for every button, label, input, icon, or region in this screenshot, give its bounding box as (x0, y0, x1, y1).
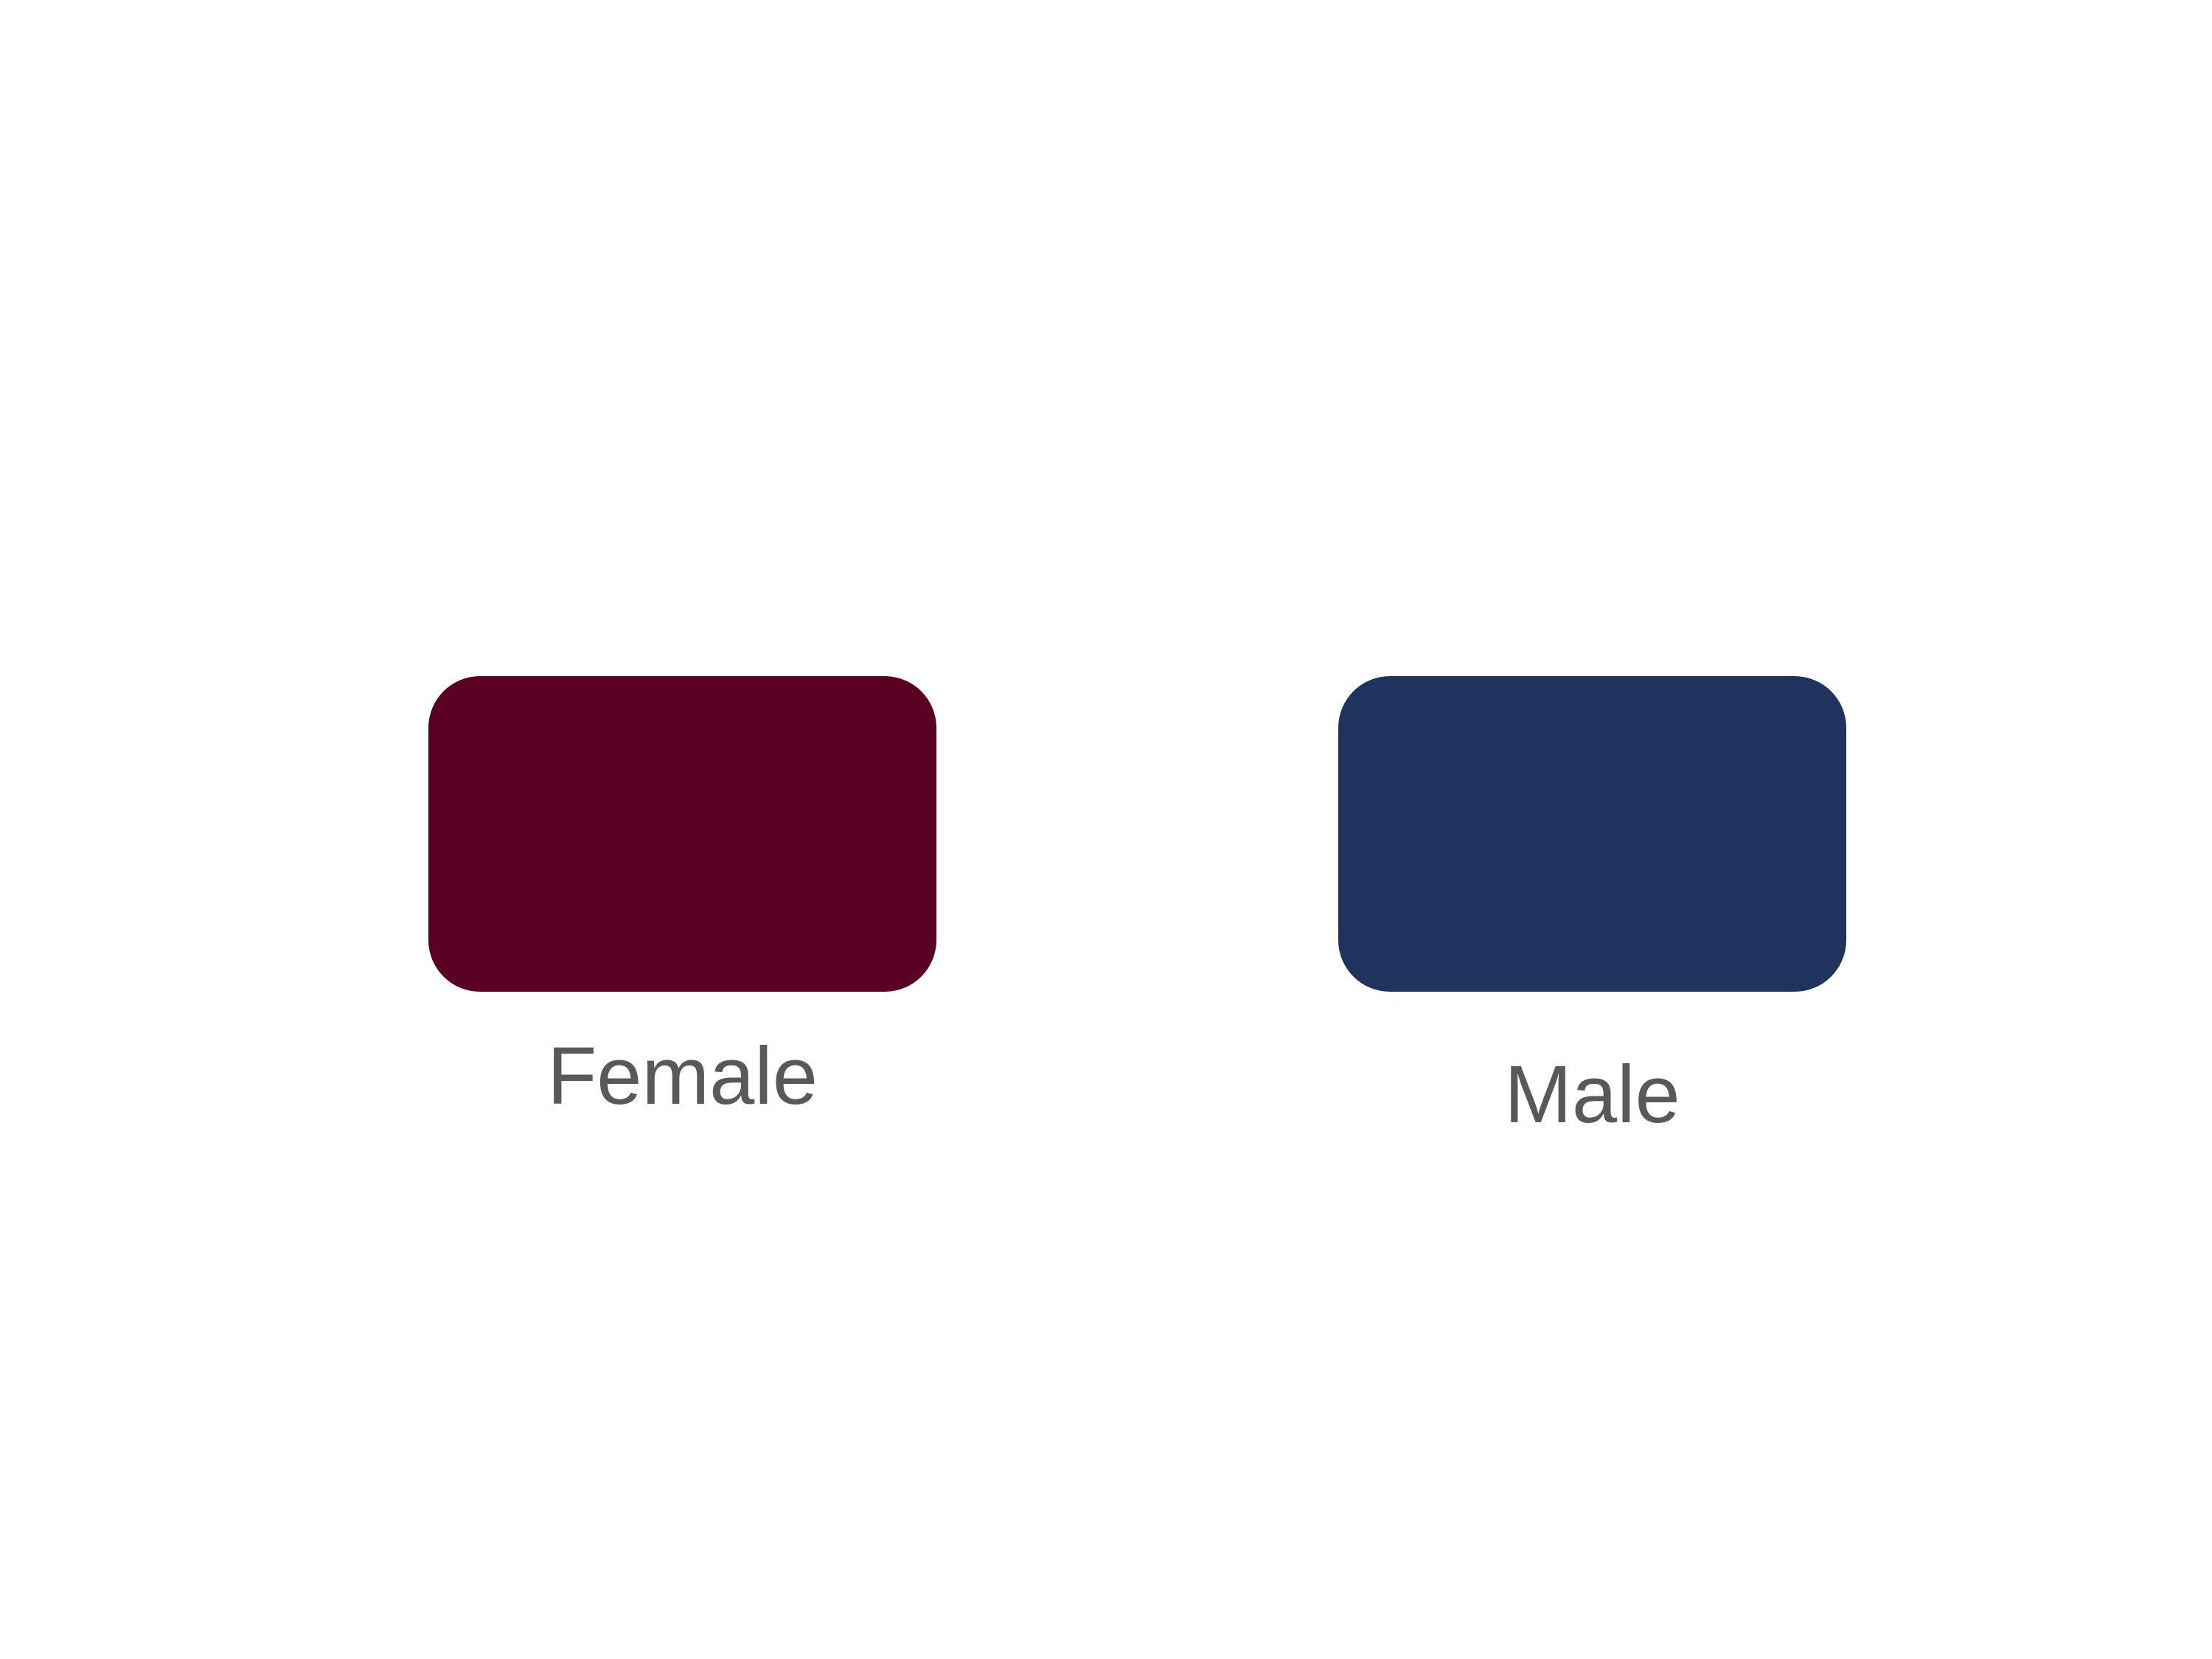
male-color-swatch (1338, 676, 1846, 992)
male-label: Male (1504, 1049, 1680, 1140)
female-label: Female (547, 1031, 818, 1121)
female-color-swatch (428, 676, 936, 992)
